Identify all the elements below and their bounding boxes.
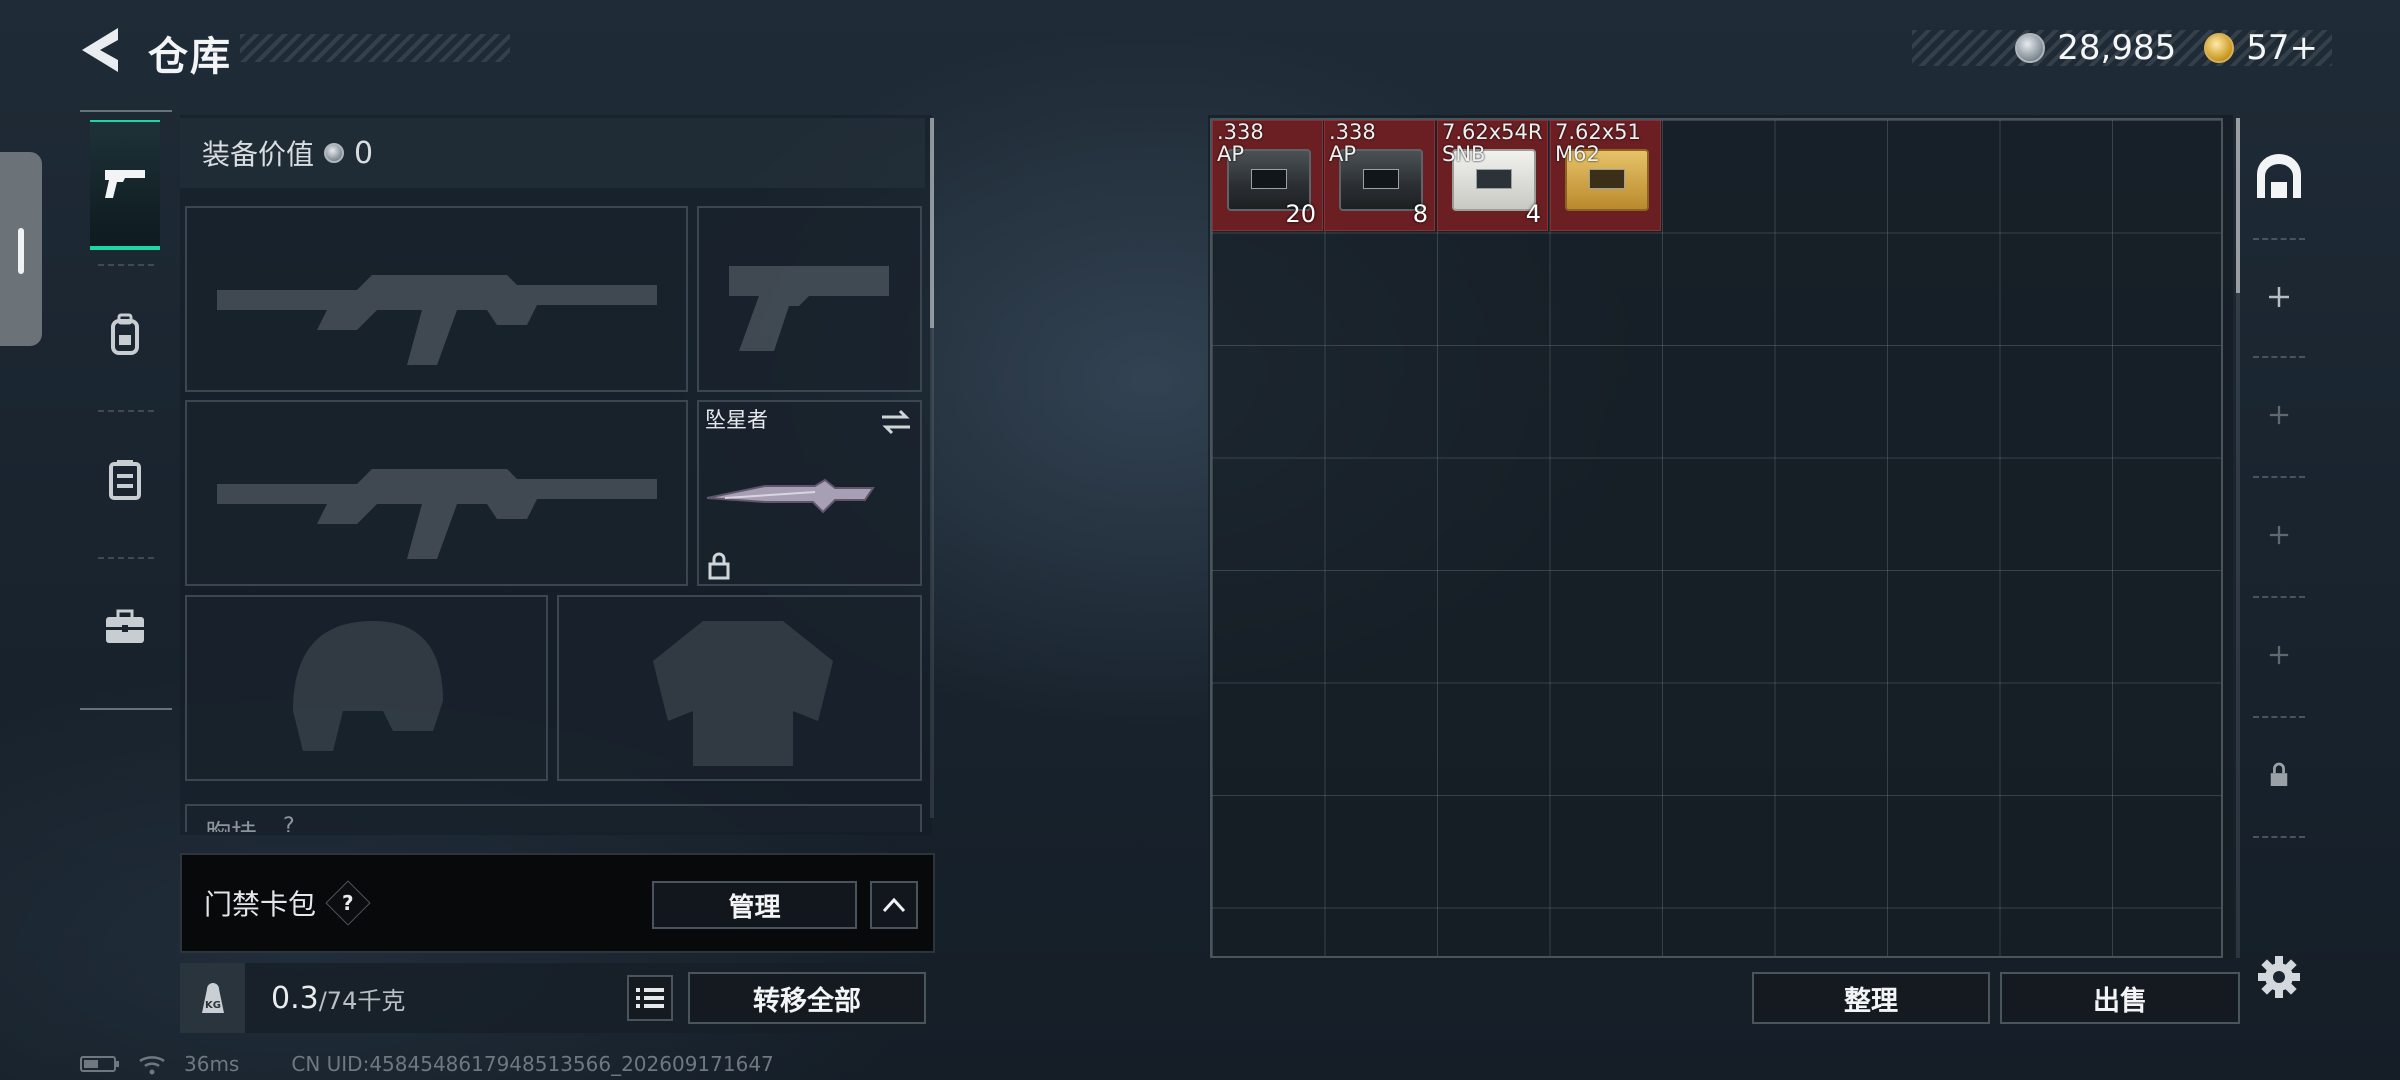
item-name: 7.62x54R SNB [1442, 120, 1543, 166]
locked-stash-page[interactable] [2245, 716, 2313, 834]
add-stash-page-button[interactable] [2245, 238, 2313, 356]
rifle-silhouette-icon [217, 469, 657, 559]
list-icon [636, 988, 664, 1008]
swap-icon[interactable] [880, 408, 912, 436]
item-name: 7.62x51 M62 [1555, 120, 1641, 166]
wifi-icon [139, 1056, 165, 1075]
stash-item[interactable]: .338 AP 8 [1324, 120, 1435, 231]
page-title: 仓库 [148, 34, 232, 80]
body-armor-slot[interactable] [557, 595, 922, 781]
svg-text:KG: KG [205, 1000, 221, 1011]
briefcase-icon [106, 609, 144, 643]
melee-slot-title: 坠星者 [705, 408, 768, 432]
lock-icon [2270, 762, 2288, 786]
manage-button[interactable]: 管理 [652, 881, 857, 929]
tab-case[interactable] [90, 562, 160, 692]
plus-icon [2269, 287, 2289, 307]
item-quantity: 20 [1285, 200, 1316, 228]
gold-currency-value[interactable]: 57+ [2246, 28, 2318, 68]
item-name: .338 AP [1217, 120, 1264, 166]
plus-icon [2269, 645, 2289, 665]
equipment-value: 0 [354, 135, 374, 171]
warehouse-icon [2257, 154, 2301, 198]
tab-weapons[interactable] [90, 120, 160, 250]
primary-weapon-slot[interactable] [185, 206, 688, 392]
knife-icon [706, 478, 875, 514]
add-stash-page-button[interactable] [2245, 476, 2313, 594]
user-uid: CN UID:4584548617948513566_202609171647 [291, 1052, 774, 1076]
help-icon[interactable]: ? [325, 880, 371, 926]
chest-rig-slot[interactable]: 胸挂 ? [185, 804, 922, 832]
help-mark: ? [342, 890, 354, 915]
rifle-silhouette-icon [217, 275, 657, 365]
stash-grid[interactable] [1210, 118, 2223, 958]
settings-gear-icon[interactable] [2256, 954, 2302, 1000]
sort-button[interactable]: 整理 [1752, 972, 1990, 1024]
item-quantity: 4 [1525, 200, 1541, 228]
weight-current: 0.3 [271, 980, 319, 1016]
ping-value: 36ms [184, 1052, 240, 1076]
add-stash-page-button[interactable] [2245, 356, 2313, 474]
helmet-silhouette-icon [293, 621, 443, 751]
lock-icon [708, 552, 730, 580]
plus-icon [2269, 405, 2289, 425]
side-drawer-handle[interactable] [0, 152, 42, 346]
silver-coin-icon [2015, 33, 2046, 63]
sell-button[interactable]: 出售 [2000, 972, 2240, 1024]
silver-coin-icon [324, 143, 345, 163]
melee-weapon-slot[interactable]: 坠星者 [697, 400, 922, 586]
stash-page-main[interactable] [2245, 118, 2313, 236]
expand-button[interactable] [870, 881, 918, 929]
weight-max: /74千克 [318, 986, 406, 1015]
plus-icon [2269, 525, 2289, 545]
silver-currency-value: 28,985 [2057, 28, 2177, 68]
gold-coin-icon [2204, 33, 2235, 63]
backpack-icon [111, 313, 139, 355]
chevron-up-icon [882, 897, 906, 913]
stash-item[interactable]: 7.62x51 M62 [1550, 120, 1661, 231]
list-view-button[interactable] [627, 975, 673, 1021]
keycard-bag-label: 门禁卡包 [204, 888, 317, 921]
secondary-weapon-slot[interactable] [697, 206, 922, 392]
add-stash-page-button[interactable] [2245, 596, 2313, 714]
chest-rig-label: 胸挂 [205, 814, 257, 832]
equipment-value-header: 装备价值 0 [180, 118, 925, 188]
back-arrow-icon[interactable] [78, 24, 122, 76]
equipment-value-label: 装备价值 [202, 138, 315, 171]
stash-scrollbar-thumb[interactable] [2236, 118, 2240, 293]
helmet-slot[interactable] [185, 595, 548, 781]
pistol-icon [105, 170, 145, 198]
pistol-silhouette-icon [729, 266, 889, 351]
currency-bar: 28,985 57+ [1912, 28, 2332, 68]
status-bar: 36ms CN UID:4584548617948513566_20260917… [80, 1052, 774, 1076]
armor-silhouette-icon [653, 621, 833, 766]
transfer-all-button[interactable]: 转移全部 [688, 972, 926, 1024]
battery-icon [80, 1056, 119, 1072]
weight-icon: KG [180, 963, 245, 1033]
vest-icon [109, 460, 141, 500]
weight-bar: KG 0.3 /74千克 转移全部 [180, 963, 935, 1033]
loadout-scrollbar-thumb[interactable] [930, 118, 934, 328]
title-decoration [240, 34, 510, 62]
stash-page-rail [2245, 118, 2313, 838]
tab-backpack[interactable] [90, 270, 160, 400]
stash-item[interactable]: .338 AP 20 [1212, 120, 1323, 231]
kg-weight-icon: KG [201, 983, 224, 1013]
stash-item[interactable]: 7.62x54R SNB 4 [1437, 120, 1548, 231]
item-name: .338 AP [1329, 120, 1376, 166]
tab-vest[interactable] [90, 415, 160, 545]
primary-weapon-slot-2[interactable] [185, 400, 688, 586]
keycard-bag-bar: 门禁卡包 ? 管理 [180, 853, 935, 953]
chest-rig-hint: ? [283, 814, 295, 832]
category-rail [80, 110, 172, 710]
item-quantity: 8 [1412, 200, 1428, 228]
